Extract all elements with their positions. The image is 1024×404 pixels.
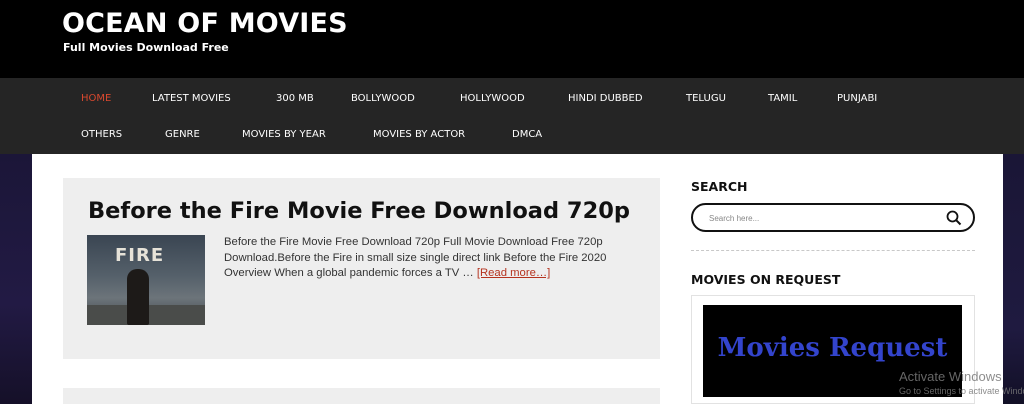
- nav-item-300mb[interactable]: 300 MB: [276, 93, 314, 104]
- read-more-link[interactable]: [Read more…]: [477, 267, 550, 279]
- nav-item-genre[interactable]: GENRE: [165, 129, 200, 140]
- nav-item-latest-movies[interactable]: LATEST MOVIES: [152, 93, 231, 104]
- site-header: OCEAN OF MOVIES Full Movies Download Fre…: [0, 0, 1024, 78]
- search-input[interactable]: [709, 211, 929, 225]
- nav-item-dmca[interactable]: DMCA: [512, 129, 542, 140]
- main-navigation: HOME LATEST MOVIES 300 MB BOLLYWOOD HOLL…: [0, 78, 1024, 154]
- search-box: [691, 203, 975, 232]
- nav-item-telugu[interactable]: TELUGU: [686, 93, 726, 104]
- activate-windows-title: Activate Windows: [899, 369, 1002, 384]
- nav-item-home[interactable]: HOME: [81, 93, 111, 104]
- requests-widget-title: MOVIES ON REQUEST: [691, 272, 841, 287]
- nav-item-movies-by-year[interactable]: MOVIES BY YEAR: [242, 129, 326, 140]
- post-title[interactable]: Before the Fire Movie Free Download 720p: [88, 198, 630, 224]
- next-post-card: [63, 388, 660, 404]
- post-excerpt: Before the Fire Movie Free Download 720p…: [224, 235, 634, 282]
- post-thumbnail[interactable]: FIRE: [87, 235, 205, 325]
- activate-windows-subtitle: Go to Settings to activate Windows.: [899, 386, 1024, 396]
- nav-item-punjabi[interactable]: PUNJABI: [837, 93, 877, 104]
- nav-item-tamil[interactable]: TAMIL: [768, 93, 797, 104]
- sidebar-divider: [691, 250, 975, 251]
- thumbnail-caption: FIRE: [115, 245, 165, 266]
- movies-request-text: Movies Request: [717, 333, 948, 363]
- site-tagline: Full Movies Download Free: [63, 41, 229, 54]
- site-title[interactable]: OCEAN OF MOVIES: [62, 8, 348, 39]
- nav-item-hindi-dubbed[interactable]: HINDI DUBBED: [568, 93, 643, 104]
- search-widget-title: SEARCH: [691, 179, 748, 194]
- nav-item-others[interactable]: OTHERS: [81, 129, 122, 140]
- page-background-right: [1003, 154, 1024, 404]
- page-background-left: [0, 154, 32, 404]
- nav-item-hollywood[interactable]: HOLLYWOOD: [460, 93, 525, 104]
- search-icon[interactable]: [945, 209, 963, 227]
- nav-item-movies-by-actor[interactable]: MOVIES BY ACTOR: [373, 129, 465, 140]
- thumbnail-figure: [127, 269, 149, 325]
- nav-item-bollywood[interactable]: BOLLYWOOD: [351, 93, 415, 104]
